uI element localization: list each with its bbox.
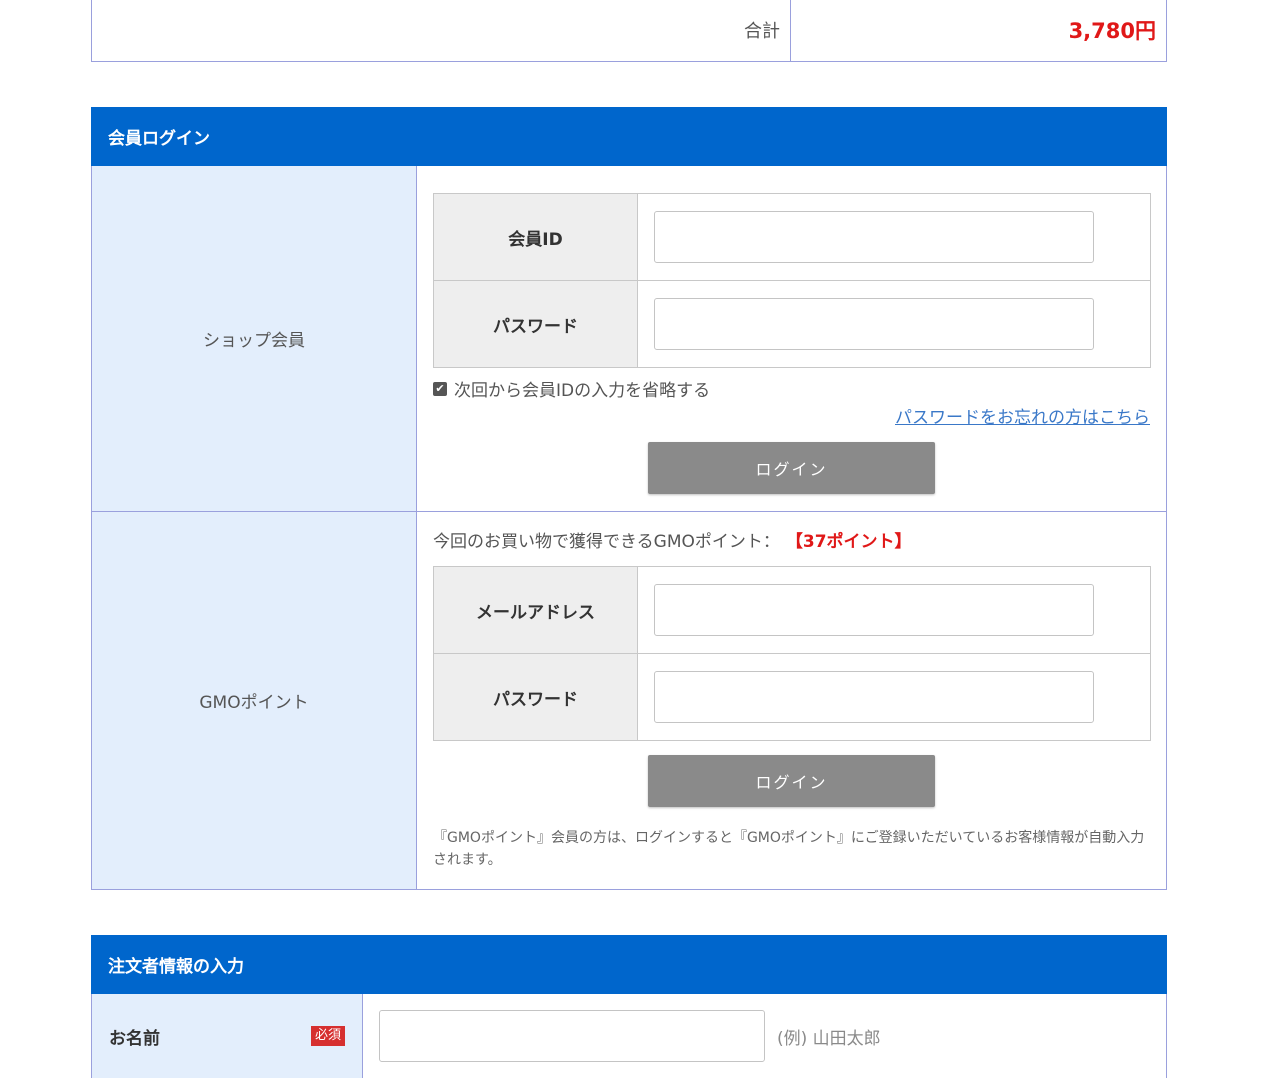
gmo-point-content: 今回のお買い物で獲得できるGMOポイント： 【37ポイント】 メールアドレス パ… (417, 512, 1167, 889)
total-label: 合計 (92, 0, 791, 61)
remember-id-label: 次回から会員IDの入力を省略する (454, 381, 711, 401)
shop-login-button[interactable]: ログイン (648, 442, 935, 494)
member-id-row: 会員ID (433, 193, 1151, 281)
email-row: メールアドレス (433, 566, 1151, 654)
name-input[interactable] (379, 1010, 765, 1062)
shop-password-row: パスワード (433, 280, 1151, 368)
gmo-note: 『GMOポイント』会員の方は、ログインすると『GMOポイント』にご登録いただいて… (433, 830, 1145, 868)
name-input-cell: (例) 山田太郎 (363, 994, 881, 1078)
gmo-points-info: 今回のお買い物で獲得できるGMOポイント： 【37ポイント】 (433, 512, 1151, 566)
gmo-points-text: 今回のお買い物で獲得できるGMOポイント： (433, 531, 780, 552)
gmo-login-button[interactable]: ログイン (648, 755, 935, 807)
shop-member-label: ショップ会員 (92, 166, 417, 511)
order-total-row: 合計 3,780円 (91, 0, 1167, 62)
member-login-section: 会員ログイン ショップ会員 会員ID パスワード ✔ 次回から会員IDの入力を省… (91, 107, 1167, 890)
gmo-password-label: パスワード (433, 653, 638, 741)
remember-id-option[interactable]: ✔ 次回から会員IDの入力を省略する (433, 376, 1151, 401)
required-badge: 必須 (310, 1026, 345, 1046)
shop-password-label: パスワード (433, 280, 638, 368)
remember-id-checkbox[interactable]: ✔ (433, 381, 447, 396)
gmo-point-label: GMOポイント (92, 512, 417, 889)
forgot-password-link[interactable]: パスワードをお忘れの方はこちら (433, 403, 1151, 428)
gmo-password-row: パスワード (433, 653, 1151, 741)
email-input[interactable] (654, 584, 1094, 636)
member-id-input[interactable] (654, 211, 1094, 263)
shop-password-input[interactable] (654, 298, 1094, 350)
name-row: お名前 必須 (例) 山田太郎 (91, 994, 1167, 1078)
gmo-login-form: メールアドレス パスワード (433, 566, 1151, 741)
name-example: (例) 山田太郎 (777, 1028, 881, 1049)
shop-login-form: 会員ID パスワード (433, 193, 1151, 368)
gmo-points-value: 【37ポイント】 (785, 531, 912, 552)
gmo-point-row: GMOポイント 今回のお買い物で獲得できるGMOポイント： 【37ポイント】 メ… (92, 512, 1166, 889)
name-label-cell: お名前 必須 (92, 994, 363, 1078)
shop-member-row: ショップ会員 会員ID パスワード ✔ 次回から会員IDの入力を省略する パスワ… (92, 166, 1166, 512)
order-info-header: 注文者情報の入力 (91, 935, 1167, 994)
email-label: メールアドレス (433, 566, 638, 654)
gmo-password-input[interactable] (654, 671, 1094, 723)
member-login-header: 会員ログイン (91, 107, 1167, 166)
total-value: 3,780円 (1068, 18, 1156, 43)
name-label: お名前 (109, 1028, 160, 1049)
member-id-label: 会員ID (433, 193, 638, 281)
member-login-body: ショップ会員 会員ID パスワード ✔ 次回から会員IDの入力を省略する パスワ… (91, 166, 1167, 890)
shop-member-content: 会員ID パスワード ✔ 次回から会員IDの入力を省略する パスワードをお忘れの… (417, 166, 1167, 511)
order-info-section: 注文者情報の入力 お名前 必須 (例) 山田太郎 (91, 935, 1167, 1078)
